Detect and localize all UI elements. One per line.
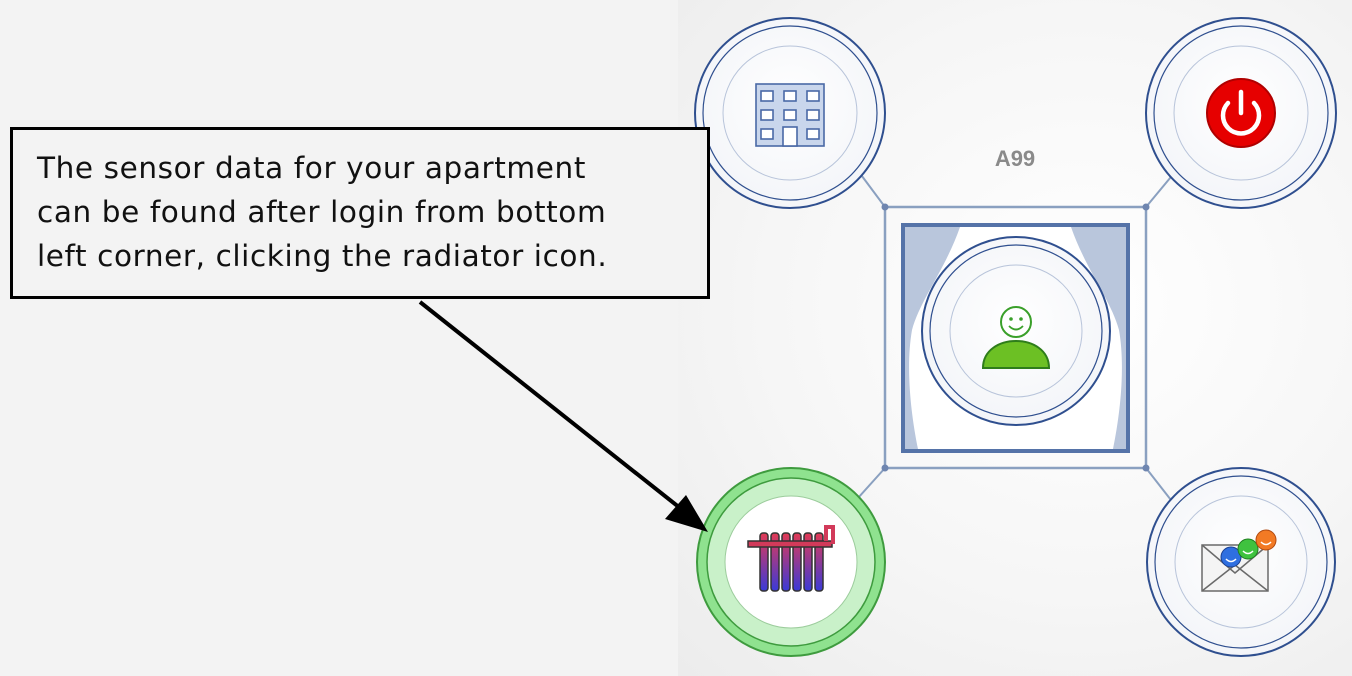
power-node[interactable] [1145, 17, 1337, 209]
radiator-icon [747, 525, 835, 592]
user-node[interactable] [921, 236, 1111, 426]
building-icon [755, 83, 825, 147]
callout-line: left corner, clicking the radiator icon. [37, 239, 608, 273]
apartment-label: A99 [994, 146, 1036, 171]
building-node[interactable] [694, 17, 886, 209]
instruction-callout: The sensor data for your apartment can b… [10, 127, 710, 299]
power-icon [1206, 78, 1276, 148]
stage: A99 The sensor data for your apartment c… [0, 0, 1352, 676]
radiator-node[interactable] [696, 467, 886, 657]
pointer-arrow [418, 300, 708, 532]
dashboard-graphics [418, 17, 1337, 657]
messages-node[interactable] [1146, 467, 1336, 657]
callout-line: The sensor data for your apartment [37, 151, 586, 185]
callout-line: can be found after login from bottom [37, 195, 607, 229]
